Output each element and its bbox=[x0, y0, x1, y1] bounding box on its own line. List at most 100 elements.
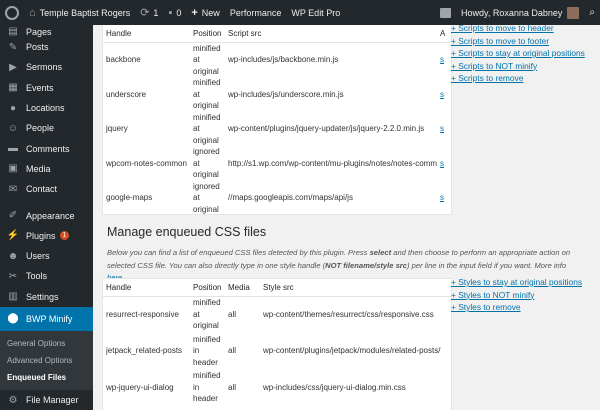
action-link[interactable]: + Scripts to remove bbox=[451, 72, 585, 85]
sidebar-item-events[interactable]: ▦ Events bbox=[0, 78, 93, 98]
sidebar-item-label: Pages bbox=[26, 27, 52, 37]
sidebar-item-label: People bbox=[26, 123, 55, 134]
action-link[interactable]: + Scripts to move to header bbox=[451, 25, 585, 35]
position-cell: minified in header bbox=[190, 369, 225, 406]
position-word: minified bbox=[193, 43, 221, 53]
css-files-table: Handle Position Media Style src resurrec… bbox=[103, 279, 451, 406]
sidebar-item-media[interactable]: ▣ Media bbox=[0, 159, 93, 179]
handle-cell: jquery bbox=[106, 124, 128, 134]
select-link[interactable]: s bbox=[440, 193, 444, 202]
search-button[interactable]: ⌕ bbox=[584, 0, 600, 25]
sidebar-item-people[interactable]: ☺ People bbox=[0, 118, 93, 138]
submenu-enqueued-files[interactable]: Enqueued Files bbox=[0, 369, 93, 386]
select-link[interactable]: s bbox=[440, 124, 444, 133]
sidebar-item-bwp-minify[interactable]: ⬤ BWP Minify bbox=[0, 306, 93, 331]
sidebar-item-posts[interactable]: ✎ Posts bbox=[0, 37, 93, 57]
sidebar-item-label: Media bbox=[26, 163, 51, 174]
action-link[interactable]: + Styles to stay at original positions bbox=[451, 276, 582, 289]
sidebar-item-label: Users bbox=[26, 251, 50, 262]
sidebar-item-file-manager[interactable]: ⚙ File Manager bbox=[0, 390, 93, 410]
position-word: ignored bbox=[193, 147, 220, 156]
sidebar-item-users[interactable]: ☻ Users bbox=[0, 246, 93, 266]
sidebar-item-contact[interactable]: ✉ Contact bbox=[0, 179, 93, 199]
plug-icon: ⚡ bbox=[6, 230, 20, 242]
sidebar-item-label: Sermons bbox=[26, 62, 63, 73]
wp-logo-button[interactable] bbox=[0, 0, 24, 25]
position-word: at bbox=[193, 309, 200, 319]
submenu-advanced-options[interactable]: Advanced Options bbox=[0, 352, 93, 369]
position-word: header bbox=[193, 357, 218, 367]
handle-cell: wpcom-notes-common bbox=[106, 158, 187, 168]
action-link[interactable]: + Scripts to NOT minify bbox=[451, 60, 585, 73]
sidebar-item-label: Contact bbox=[26, 184, 58, 195]
sidebar-item-tools[interactable]: ✂ Tools bbox=[0, 266, 93, 286]
action-link[interactable]: + Scripts to move to footer bbox=[451, 35, 585, 48]
column-header: Style src bbox=[260, 279, 451, 297]
person-icon: ☺ bbox=[7, 122, 19, 134]
sidebar-item-label: Settings bbox=[26, 291, 59, 302]
css-action-links: + Styles to stay at original positions + … bbox=[451, 276, 582, 314]
submenu-general-options[interactable]: General Options bbox=[0, 335, 93, 352]
select-link[interactable]: s bbox=[440, 159, 444, 168]
comments-count: 0 bbox=[176, 7, 182, 18]
script-src-cell: http://s1.wp.com/wp-content/mu-plugins/n… bbox=[228, 158, 437, 168]
comment-icon: ▬ bbox=[8, 143, 18, 155]
position-value: minified in header bbox=[193, 334, 222, 369]
column-header: Position bbox=[190, 25, 225, 43]
action-link[interactable]: + Styles to remove bbox=[451, 301, 582, 314]
video-icon: ▶ bbox=[9, 61, 17, 73]
sidebar-item-plugins[interactable]: ⚡ Plugins 1 bbox=[0, 226, 93, 246]
select-action-cell: s bbox=[437, 146, 451, 181]
minify-icon: ⬤ bbox=[7, 313, 19, 325]
column-header: Handle bbox=[103, 25, 190, 43]
table-header-row: Handle Position Media Style src bbox=[103, 279, 451, 297]
handle-cell: underscore bbox=[106, 89, 147, 99]
comments-link[interactable]: ▪ 0 bbox=[163, 0, 186, 25]
action-link[interactable]: + Styles to NOT minify bbox=[451, 289, 582, 302]
wp-edit-pro-link[interactable]: WP Edit Pro bbox=[286, 0, 345, 25]
updates-link[interactable]: ⟳ 1 bbox=[135, 0, 163, 25]
position-value: minified at original bbox=[193, 43, 222, 78]
position-word: original bbox=[193, 101, 219, 110]
performance-link[interactable]: Performance bbox=[225, 0, 287, 25]
sidebar-item-comments[interactable]: ▬ Comments bbox=[0, 138, 93, 158]
table-row: google-maps ignored at original //maps.googl… bbox=[103, 181, 451, 215]
select-action-cell: s bbox=[437, 42, 451, 77]
position-cell: minified at original bbox=[190, 296, 225, 333]
sidebar-item-settings[interactable]: ▥ Settings bbox=[0, 287, 93, 307]
sidebar-item-label: Locations bbox=[26, 103, 65, 114]
notifications-button[interactable] bbox=[435, 0, 456, 25]
my-account-link[interactable]: Howdy, Roxanna Dabney bbox=[456, 0, 584, 25]
column-header: Script src bbox=[225, 25, 437, 43]
table-row: jetpack_related-posts minified in header all… bbox=[103, 333, 451, 370]
position-cell: minified in header bbox=[190, 333, 225, 370]
select-link[interactable]: s bbox=[440, 90, 444, 99]
home-icon: ⌂ bbox=[29, 6, 36, 19]
new-content-link[interactable]: + New bbox=[186, 0, 224, 25]
sidebar-item-label: Plugins bbox=[26, 230, 56, 241]
site-name-link[interactable]: ⌂ Temple Baptist Rogers bbox=[24, 0, 135, 25]
sidebar-item-appearance[interactable]: ✐ Appearance bbox=[0, 205, 93, 225]
action-link[interactable]: + Scripts to stay at original positions bbox=[451, 47, 585, 60]
admin-sidebar: ▤ Pages ✎ Posts ▶ Sermons ▦ Events ● Locations ☺… bbox=[0, 25, 93, 410]
position-word: in bbox=[193, 346, 200, 355]
search-icon: ⌕ bbox=[589, 7, 595, 18]
style-src-cell: wp-includes/css/jquery-ui-dialog.min.css bbox=[263, 382, 406, 392]
position-value: minified at original bbox=[193, 112, 222, 147]
select-link[interactable]: s bbox=[440, 55, 444, 64]
sidebar-item-pages[interactable]: ▤ Pages bbox=[0, 25, 93, 37]
position-word: original bbox=[193, 204, 219, 214]
handle-cell: backbone bbox=[106, 55, 141, 65]
gear-icon: ⚙ bbox=[8, 394, 18, 406]
table-row: resurrect-responsive minified at original al… bbox=[103, 296, 451, 333]
style-src-cell: wp-content/plugins/jetpack/modules/relat… bbox=[263, 346, 441, 356]
plus-icon: + bbox=[191, 6, 198, 19]
position-value: minified at original bbox=[193, 297, 222, 332]
bwp-minify-submenu: General Options Advanced Options Enqueue… bbox=[0, 330, 93, 390]
position-word: ignored bbox=[193, 181, 220, 191]
position-cell: ignored at original bbox=[190, 181, 225, 215]
sidebar-menu-tools: ⚙File Manager◉BackupBuddy bbox=[0, 390, 93, 410]
admin-bar: ⌂ Temple Baptist Rogers ⟳ 1 ▪ 0 + New Pe… bbox=[0, 0, 600, 25]
sidebar-item-locations[interactable]: ● Locations bbox=[0, 98, 93, 118]
sidebar-item-sermons[interactable]: ▶ Sermons bbox=[0, 57, 93, 77]
